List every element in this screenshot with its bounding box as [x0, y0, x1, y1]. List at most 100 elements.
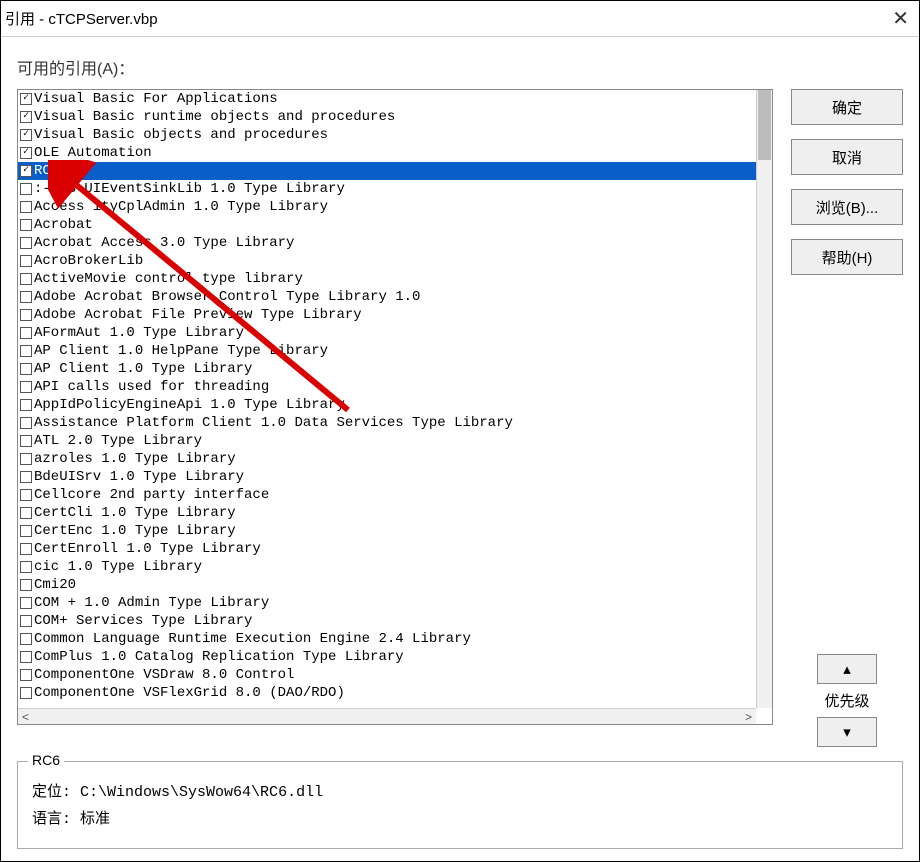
checkbox[interactable]: [20, 111, 32, 123]
list-item[interactable]: OLE Automation: [18, 144, 756, 162]
list-item[interactable]: AppIdPolicyEngineApi 1.0 Type Library: [18, 396, 756, 414]
checkbox[interactable]: [20, 615, 32, 627]
checkbox[interactable]: [20, 381, 32, 393]
list-item[interactable]: Cellcore 2nd party interface: [18, 486, 756, 504]
checkbox[interactable]: [20, 597, 32, 609]
list-item-label: Assistance Platform Client 1.0 Data Serv…: [34, 415, 513, 431]
priority-up-button[interactable]: ▴: [817, 654, 877, 684]
priority-down-button[interactable]: ▾: [817, 717, 877, 747]
checkbox[interactable]: [20, 345, 32, 357]
help-button[interactable]: 帮助(H): [791, 239, 903, 275]
list-item[interactable]: API calls used for threading: [18, 378, 756, 396]
checkbox[interactable]: [20, 453, 32, 465]
checkbox[interactable]: [20, 525, 32, 537]
list-item[interactable]: Assistance Platform Client 1.0 Data Serv…: [18, 414, 756, 432]
list-item[interactable]: CertCli 1.0 Type Library: [18, 504, 756, 522]
checkbox[interactable]: [20, 255, 32, 267]
scroll-right-icon[interactable]: >: [745, 710, 752, 724]
checkbox[interactable]: [20, 669, 32, 681]
checkbox[interactable]: [20, 651, 32, 663]
checkbox[interactable]: [20, 471, 32, 483]
details-group: RC6 定位: C:\Windows\SysWow64\RC6.dll 语言: …: [17, 761, 903, 849]
checkbox[interactable]: [20, 273, 32, 285]
list-item[interactable]: CertEnc 1.0 Type Library: [18, 522, 756, 540]
vertical-scrollbar[interactable]: [756, 90, 772, 708]
list-item[interactable]: ComponentOne VSDraw 8.0 Control: [18, 666, 756, 684]
list-item[interactable]: Access ityCplAdmin 1.0 Type Library: [18, 198, 756, 216]
list-item[interactable]: Visual Basic For Applications: [18, 90, 756, 108]
checkbox[interactable]: [20, 309, 32, 321]
list-item-label: OLE Automation: [34, 145, 152, 161]
list-item[interactable]: AcroBrokerLib: [18, 252, 756, 270]
list-item[interactable]: RC6: [18, 162, 756, 180]
checkbox[interactable]: [20, 417, 32, 429]
list-item[interactable]: Cmi20: [18, 576, 756, 594]
close-icon[interactable]: ✕: [869, 6, 909, 31]
list-item[interactable]: :-) S UIEventSinkLib 1.0 Type Library: [18, 180, 756, 198]
list-item[interactable]: AFormAut 1.0 Type Library: [18, 324, 756, 342]
list-item[interactable]: Visual Basic runtime objects and procedu…: [18, 108, 756, 126]
horizontal-scrollbar[interactable]: < >: [18, 708, 756, 724]
checkbox[interactable]: [20, 147, 32, 159]
list-item[interactable]: azroles 1.0 Type Library: [18, 450, 756, 468]
checkbox[interactable]: [20, 129, 32, 141]
list-item-label: Access ityCplAdmin 1.0 Type Library: [34, 199, 328, 215]
dialog-body: 可用的引用(A)： Visual Basic For ApplicationsV…: [1, 37, 919, 861]
cancel-button[interactable]: 取消: [791, 139, 903, 175]
list-item[interactable]: CertEnroll 1.0 Type Library: [18, 540, 756, 558]
list-item[interactable]: COM+ Services Type Library: [18, 612, 756, 630]
references-listbox[interactable]: Visual Basic For ApplicationsVisual Basi…: [17, 89, 773, 725]
list-item[interactable]: Common Language Runtime Execution Engine…: [18, 630, 756, 648]
checkbox[interactable]: [20, 633, 32, 645]
vertical-scrollbar-thumb[interactable]: [758, 90, 771, 160]
checkbox[interactable]: [20, 327, 32, 339]
list-item[interactable]: BdeUISrv 1.0 Type Library: [18, 468, 756, 486]
list-item[interactable]: Adobe Acrobat File Preview Type Library: [18, 306, 756, 324]
list-item-label: CertEnc 1.0 Type Library: [34, 523, 236, 539]
list-item-label: AP Client 1.0 HelpPane Type Library: [34, 343, 328, 359]
ok-button[interactable]: 确定: [791, 89, 903, 125]
checkbox[interactable]: [20, 363, 32, 375]
details-legend: RC6: [28, 752, 64, 768]
list-item-label: azroles 1.0 Type Library: [34, 451, 236, 467]
list-item[interactable]: COM + 1.0 Admin Type Library: [18, 594, 756, 612]
arrow-down-icon: ▾: [843, 723, 851, 741]
list-item-label: Acrobat Access 3.0 Type Library: [34, 235, 294, 251]
list-item[interactable]: Visual Basic objects and procedures: [18, 126, 756, 144]
priority-group: ▴ 优先级 ▾: [791, 654, 903, 747]
checkbox[interactable]: [20, 435, 32, 447]
list-item-label: CertCli 1.0 Type Library: [34, 505, 236, 521]
list-item[interactable]: ComPlus 1.0 Catalog Replication Type Lib…: [18, 648, 756, 666]
checkbox[interactable]: [20, 399, 32, 411]
list-item[interactable]: AP Client 1.0 HelpPane Type Library: [18, 342, 756, 360]
list-item[interactable]: ComponentOne VSFlexGrid 8.0 (DAO/RDO): [18, 684, 756, 702]
checkbox[interactable]: [20, 93, 32, 105]
list-item[interactable]: Acrobat Access 3.0 Type Library: [18, 234, 756, 252]
list-item-label: Visual Basic For Applications: [34, 91, 278, 107]
checkbox[interactable]: [20, 201, 32, 213]
list-item[interactable]: Acrobat: [18, 216, 756, 234]
checkbox[interactable]: [20, 543, 32, 555]
list-item-label: Visual Basic objects and procedures: [34, 127, 328, 143]
checkbox[interactable]: [20, 579, 32, 591]
language-label: 语言:: [32, 811, 71, 828]
list-item[interactable]: AP Client 1.0 Type Library: [18, 360, 756, 378]
checkbox[interactable]: [20, 489, 32, 501]
checkbox[interactable]: [20, 291, 32, 303]
list-item[interactable]: ActiveMovie control type library: [18, 270, 756, 288]
browse-button[interactable]: 浏览(B)...: [791, 189, 903, 225]
list-item-label: CertEnroll 1.0 Type Library: [34, 541, 261, 557]
checkbox[interactable]: [20, 561, 32, 573]
checkbox[interactable]: [20, 219, 32, 231]
checkbox[interactable]: [20, 507, 32, 519]
list-item[interactable]: cic 1.0 Type Library: [18, 558, 756, 576]
checkbox[interactable]: [20, 165, 32, 177]
checkbox[interactable]: [20, 183, 32, 195]
scroll-left-icon[interactable]: <: [22, 710, 29, 724]
list-item[interactable]: ATL 2.0 Type Library: [18, 432, 756, 450]
list-item-label: API calls used for threading: [34, 379, 269, 395]
list-item[interactable]: Adobe Acrobat Browser Control Type Libra…: [18, 288, 756, 306]
main-row: Visual Basic For ApplicationsVisual Basi…: [17, 89, 903, 747]
checkbox[interactable]: [20, 687, 32, 699]
checkbox[interactable]: [20, 237, 32, 249]
